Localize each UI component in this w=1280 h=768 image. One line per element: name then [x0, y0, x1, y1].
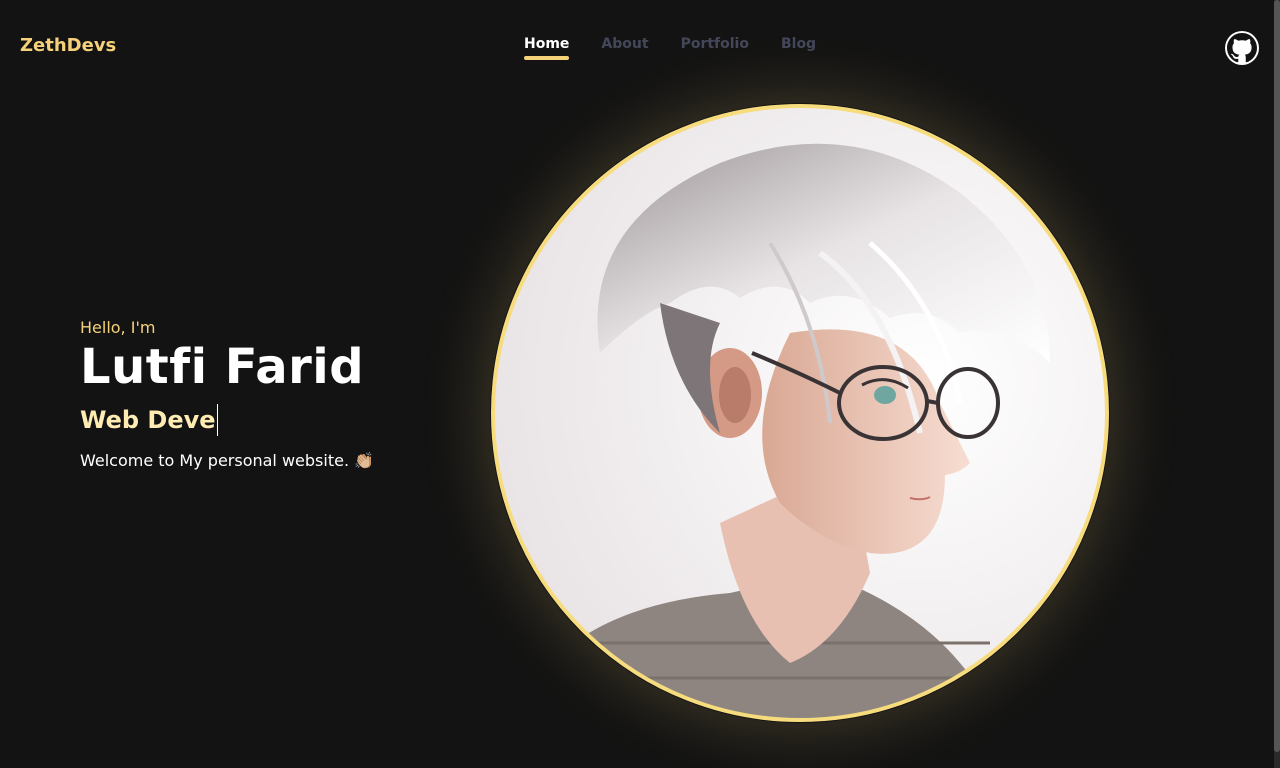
nav-item-blog[interactable]: Blog [781, 36, 816, 60]
page: ZethDevs Home About Portfolio Blog Hello… [0, 0, 1280, 768]
site-header: ZethDevs Home About Portfolio Blog [0, 0, 1274, 96]
hero-name: Lutfi Farid [80, 339, 365, 395]
hero-intro: Hello, I'm Lutfi Farid Web Deve Welcome … [80, 318, 460, 470]
nav-item-about[interactable]: About [601, 36, 648, 60]
nav-item-home[interactable]: Home [524, 36, 570, 60]
typed-role: Web Deve [80, 403, 460, 437]
hero-role: Web Deve [80, 406, 216, 434]
github-link[interactable] [1225, 31, 1259, 65]
avatar-illustration [491, 104, 1109, 722]
profile-portrait [490, 103, 1110, 723]
hero-greeting: Hello, I'm [80, 318, 156, 337]
github-icon [1227, 33, 1257, 63]
typing-caret [216, 404, 218, 436]
scrollbar-thumb[interactable] [1274, 0, 1280, 752]
scrollbar[interactable] [1274, 0, 1280, 768]
hero-welcome: Welcome to My personal website. 👏🏼 [80, 451, 375, 470]
main-nav: Home About Portfolio Blog [524, 36, 816, 60]
site-logo[interactable]: ZethDevs [20, 35, 116, 56]
nav-item-portfolio[interactable]: Portfolio [681, 36, 749, 60]
